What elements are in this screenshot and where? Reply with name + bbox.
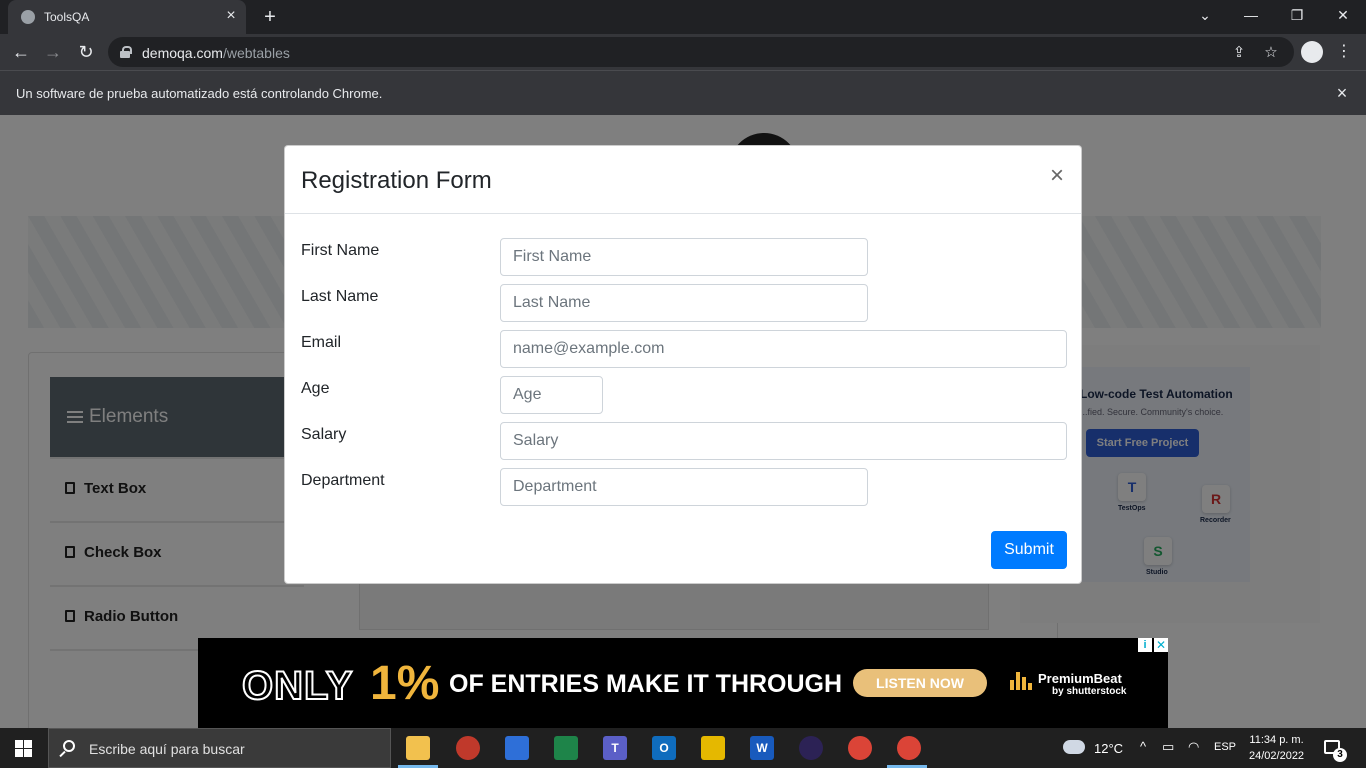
tab-strip: ToolsQA × + ⌄ — ❐ ✕ — [0, 0, 1366, 34]
outlook-icon[interactable]: O — [652, 736, 676, 760]
modal-header: Registration Form × — [285, 146, 1081, 214]
taskbar-clock[interactable]: 11:34 p. m. 24/02/2022 — [1249, 732, 1304, 764]
age-input[interactable] — [500, 376, 603, 414]
clock-date: 24/02/2022 — [1249, 750, 1305, 762]
tab-close-icon[interactable]: × — [222, 7, 240, 25]
chrome-active-icon[interactable] — [897, 736, 921, 760]
first-name-input[interactable] — [500, 238, 868, 276]
close-icon[interactable]: × — [1045, 162, 1069, 190]
browser-tab[interactable]: ToolsQA × — [8, 0, 246, 34]
eclipse-icon[interactable] — [799, 736, 823, 760]
new-tab-button[interactable]: + — [258, 5, 282, 29]
url-text: demoqa.com/webtables — [142, 45, 290, 61]
search-icon — [63, 740, 75, 752]
remote-desktop-icon[interactable] — [505, 736, 529, 760]
ad-brand-name: PremiumBeat — [1038, 671, 1122, 686]
bookmark-star-icon[interactable]: ☆ — [1262, 44, 1280, 62]
address-bar[interactable]: demoqa.com/webtables ⇪ ☆ — [108, 37, 1294, 67]
automation-infobar: Un software de prueba automatizado está … — [0, 70, 1366, 115]
submit-button[interactable]: Submit — [991, 531, 1067, 569]
file-explorer-icon[interactable] — [406, 736, 430, 760]
tab-search-icon[interactable]: ⌄ — [1182, 0, 1228, 34]
back-arrow-icon[interactable]: ← — [8, 39, 34, 65]
lock-icon[interactable] — [120, 46, 132, 58]
weather-temperature[interactable]: 12°C — [1094, 741, 1123, 756]
premiumbeat-logo-icon — [1010, 670, 1032, 690]
media-player-icon[interactable] — [554, 736, 578, 760]
email-label: Email — [301, 334, 342, 351]
ad-close-icon[interactable]: ✕ — [1154, 638, 1168, 652]
infobar-close-icon[interactable]: × — [1332, 83, 1352, 103]
window-close-button[interactable]: ✕ — [1320, 0, 1366, 34]
menu-kebab-icon[interactable]: ⋮ — [1332, 40, 1356, 64]
infobar-message: Un software de prueba automatizado está … — [16, 86, 383, 101]
tab-title: ToolsQA — [44, 10, 90, 24]
sticky-notes-icon[interactable] — [701, 736, 725, 760]
globe-icon — [21, 10, 35, 24]
salary-label: Salary — [301, 426, 347, 443]
ad-listen-now-button[interactable]: LISTEN NOW — [853, 669, 987, 697]
windows-start-icon[interactable] — [15, 740, 32, 757]
clock-time: 11:34 p. m. — [1249, 734, 1304, 746]
department-label: Department — [301, 472, 385, 489]
notification-badge: 3 — [1333, 748, 1347, 762]
modal-title: Registration Form — [301, 167, 492, 194]
paint-icon[interactable] — [456, 736, 480, 760]
windows-taskbar: Escribe aquí para buscar T O W 12°C ^ ▭ … — [0, 728, 1366, 768]
department-input[interactable] — [500, 468, 868, 506]
last-name-label: Last Name — [301, 288, 379, 305]
weather-cloud-icon[interactable] — [1063, 740, 1085, 754]
first-name-label: First Name — [301, 242, 380, 259]
language-indicator[interactable]: ESP — [1214, 741, 1236, 753]
word-icon[interactable]: W — [750, 736, 774, 760]
tray-chevron-icon[interactable]: ^ — [1140, 739, 1146, 754]
forward-arrow-icon[interactable]: → — [40, 39, 66, 65]
chrome-icon[interactable] — [848, 736, 872, 760]
restore-button[interactable]: ❐ — [1274, 0, 1320, 34]
share-icon[interactable]: ⇪ — [1230, 44, 1248, 62]
ad-only-text: ONLY — [241, 663, 354, 709]
salary-input[interactable] — [500, 422, 1067, 460]
battery-icon[interactable]: ▭ — [1162, 739, 1174, 755]
registration-modal: Registration Form × First Name Last Name… — [284, 145, 1082, 584]
ad-brand-by: by shutterstock — [1052, 686, 1127, 697]
taskbar-search-box[interactable]: Escribe aquí para buscar — [48, 728, 391, 768]
taskbar-search-placeholder: Escribe aquí para buscar — [89, 741, 245, 757]
teams-icon[interactable]: T — [603, 736, 627, 760]
ad-tagline: OF ENTRIES MAKE IT THROUGH — [449, 670, 843, 698]
ad-info-icon[interactable]: i — [1138, 638, 1152, 652]
last-name-input[interactable] — [500, 284, 868, 322]
browser-toolbar: ← → ↻ demoqa.com/webtables ⇪ ☆ ⋮ — [0, 34, 1366, 70]
ad-percent-text: 1% — [370, 657, 440, 710]
profile-avatar-icon[interactable] — [1301, 41, 1323, 63]
minimize-button[interactable]: — — [1228, 0, 1274, 34]
wifi-icon[interactable]: ◠ — [1188, 739, 1199, 755]
bottom-advertisement[interactable]: ONLY 1% OF ENTRIES MAKE IT THROUGH LISTE… — [198, 638, 1168, 728]
age-label: Age — [301, 380, 330, 397]
email-input[interactable] — [500, 330, 1067, 368]
reload-icon[interactable]: ↻ — [73, 39, 99, 65]
